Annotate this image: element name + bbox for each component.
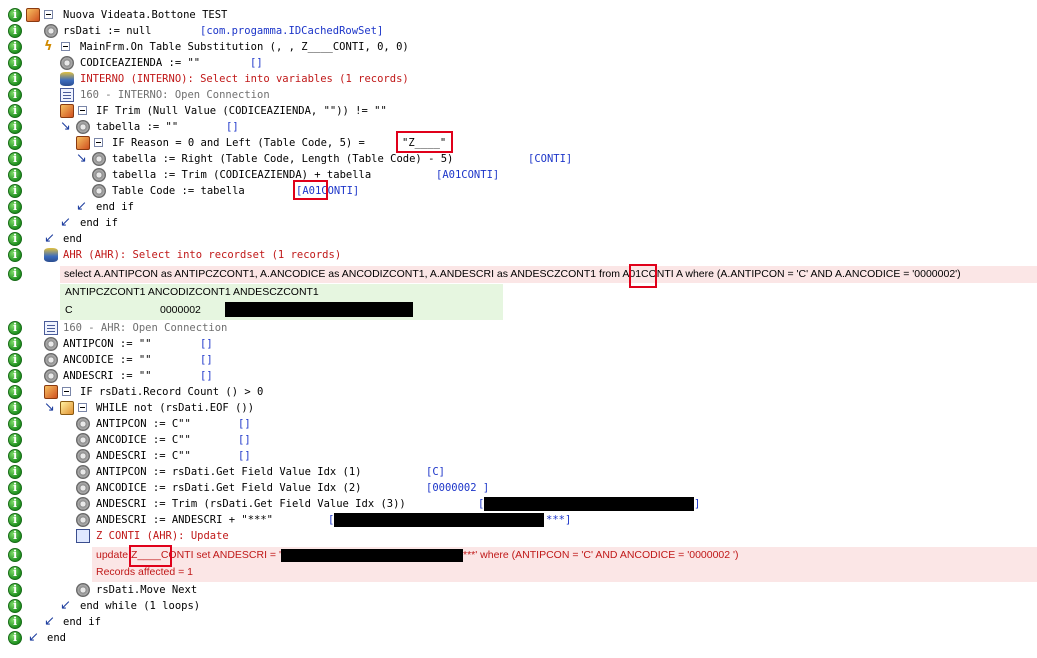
info-icon xyxy=(8,40,22,54)
info-icon xyxy=(8,548,22,562)
info-icon xyxy=(8,200,22,214)
collapse-toggle[interactable] xyxy=(78,106,87,115)
if-icon xyxy=(44,385,58,399)
info-icon xyxy=(8,232,22,246)
info-icon xyxy=(8,417,22,431)
result-grid-headers: ANTIPCZCONT1 ANCODIZCONT1 ANDESCZCONT1 xyxy=(65,286,319,298)
info-icon xyxy=(8,337,22,351)
if-icon xyxy=(60,104,74,118)
trace-row[interactable]: ANDESCRI := ANDESCRI + "***" [ ***] xyxy=(0,512,1037,528)
collapse-toggle[interactable] xyxy=(61,42,70,51)
info-icon xyxy=(8,353,22,367)
database-icon xyxy=(60,72,74,86)
update-icon xyxy=(76,529,90,543)
gear-icon xyxy=(44,353,58,367)
gear-icon xyxy=(92,152,106,166)
info-icon xyxy=(8,152,22,166)
end-arrow-icon: ↙ xyxy=(28,630,39,645)
assign-arrow-icon: ↘ xyxy=(44,400,55,415)
gear-icon xyxy=(76,449,90,463)
info-icon xyxy=(8,529,22,543)
end-arrow-icon: ↙ xyxy=(76,199,87,214)
trace-row[interactable]: select A.ANTIPCON as ANTIPCZCONT1, A.ANC… xyxy=(0,266,1037,283)
info-icon xyxy=(8,497,22,511)
gear-icon xyxy=(76,433,90,447)
collapse-toggle[interactable] xyxy=(62,387,71,396)
gear-icon xyxy=(76,497,90,511)
gear-icon xyxy=(44,24,58,38)
database-icon xyxy=(44,248,58,262)
info-icon xyxy=(8,8,22,22)
info-icon xyxy=(8,433,22,447)
highlight-box xyxy=(129,545,172,567)
result-grid-cell: 0000002 xyxy=(160,304,201,316)
info-icon xyxy=(8,136,22,150)
end-arrow-icon: ↙ xyxy=(44,231,55,246)
loop-icon xyxy=(60,401,74,415)
info-icon xyxy=(8,168,22,182)
gear-icon xyxy=(44,337,58,351)
info-icon xyxy=(8,566,22,580)
redacted-block xyxy=(225,302,413,317)
end-arrow-icon: ↙ xyxy=(60,215,71,230)
debug-trace-tree: Nuova Videata.Bottone TEST rsDati := nul… xyxy=(0,0,1037,658)
collapse-toggle[interactable] xyxy=(94,138,103,147)
info-icon xyxy=(8,599,22,613)
gear-icon xyxy=(76,481,90,495)
start-icon xyxy=(26,8,40,22)
info-icon xyxy=(8,248,22,262)
gear-icon xyxy=(44,369,58,383)
if-icon xyxy=(76,136,90,150)
info-icon xyxy=(8,465,22,479)
assign-arrow-icon: ↘ xyxy=(60,119,71,134)
redacted-block xyxy=(334,513,544,527)
gear-icon xyxy=(76,513,90,527)
info-icon xyxy=(8,120,22,134)
sql-update-statement: update Z____CONTI set ANDESCRI = ' ***' w… xyxy=(92,547,1037,582)
info-icon xyxy=(8,24,22,38)
info-icon xyxy=(8,513,22,527)
info-icon xyxy=(8,184,22,198)
end-arrow-icon: ↙ xyxy=(44,614,55,629)
connection-icon xyxy=(60,88,74,102)
info-icon xyxy=(8,481,22,495)
result-grid-cell: C xyxy=(65,304,73,316)
info-icon xyxy=(8,104,22,118)
info-icon xyxy=(8,267,22,281)
event-icon: ϟ xyxy=(44,39,53,54)
info-icon xyxy=(8,583,22,597)
info-icon xyxy=(8,615,22,629)
assign-arrow-icon: ↘ xyxy=(76,151,87,166)
info-icon xyxy=(8,56,22,70)
highlight-box xyxy=(396,131,453,153)
info-icon xyxy=(8,449,22,463)
info-icon xyxy=(8,631,22,645)
end-arrow-icon: ↙ xyxy=(60,598,71,613)
gear-icon xyxy=(92,184,106,198)
gear-icon xyxy=(76,465,90,479)
redacted-block xyxy=(484,497,694,511)
info-icon xyxy=(8,216,22,230)
info-icon xyxy=(8,385,22,399)
highlight-box xyxy=(293,180,328,200)
info-icon xyxy=(8,369,22,383)
info-icon xyxy=(8,321,22,335)
gear-icon xyxy=(76,583,90,597)
info-icon xyxy=(8,72,22,86)
gear-icon xyxy=(76,417,90,431)
trace-row[interactable]: ANDESCRI := Trim (rsDati.Get Field Value… xyxy=(0,496,1037,512)
info-icon xyxy=(8,401,22,415)
redacted-block xyxy=(280,548,463,562)
connection-icon xyxy=(44,321,58,335)
gear-icon xyxy=(76,120,90,134)
info-icon xyxy=(8,88,22,102)
gear-icon xyxy=(92,168,106,182)
gear-icon xyxy=(60,56,74,70)
sql-select-statement: select A.ANTIPCON as ANTIPCZCONT1, A.ANC… xyxy=(60,266,1037,283)
collapse-toggle[interactable] xyxy=(78,403,87,412)
result-grid: ANTIPCZCONT1 ANCODIZCONT1 ANDESCZCONT1 C… xyxy=(60,284,503,320)
collapse-toggle[interactable] xyxy=(44,10,53,19)
highlight-box xyxy=(629,264,657,288)
